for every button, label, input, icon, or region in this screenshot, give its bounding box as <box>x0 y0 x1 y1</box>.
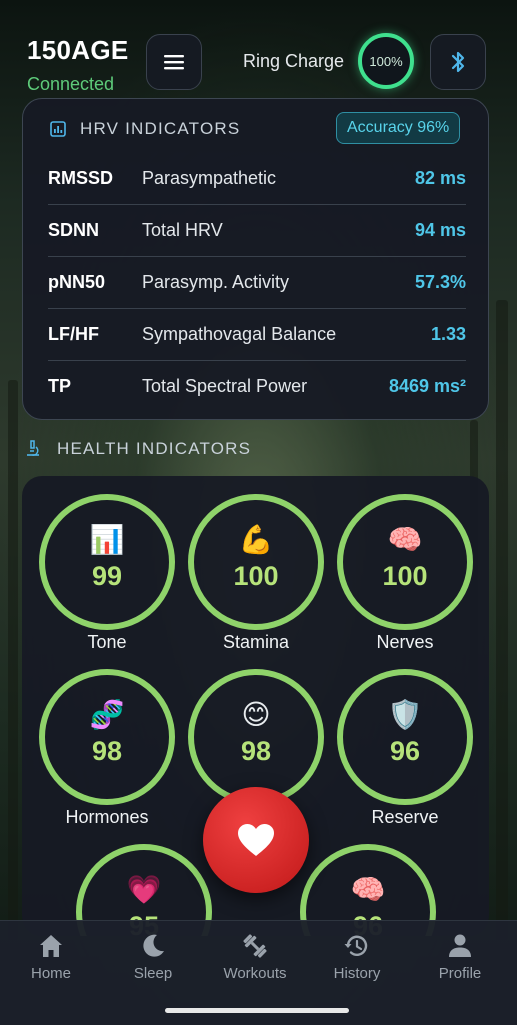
chart-icon <box>50 121 66 137</box>
bluetooth-icon <box>451 51 465 73</box>
dumbbell-icon <box>243 934 267 958</box>
moon-icon <box>143 934 164 957</box>
indicator-value: 100 <box>382 560 428 591</box>
bluetooth-button[interactable] <box>430 34 486 90</box>
indicator-value: 100 <box>233 560 279 591</box>
home-icon <box>40 935 62 957</box>
hrv-row: pNN50 Parasymp. Activity 57.3% <box>48 256 466 309</box>
hrv-name: Total Spectral Power <box>142 375 308 396</box>
dna-emoji-icon: 🧬 <box>89 698 125 730</box>
indicator-label: Reserve <box>371 807 439 827</box>
indicator-label: Stamina <box>222 632 290 652</box>
nav-label: History <box>333 965 381 982</box>
hrv-value: 8469 ms² <box>388 375 466 396</box>
menu-button[interactable] <box>146 34 202 90</box>
ring-charge-indicator: 100% <box>358 33 414 89</box>
hrv-name: Parasympathetic <box>142 167 277 188</box>
hrv-section-title: HRV INDICATORS <box>80 119 241 138</box>
connection-status: Connected <box>27 74 115 94</box>
indicator-gauge[interactable]: 🛡️ 96 <box>337 669 473 805</box>
brain-emoji-icon: 🧠 <box>387 523 423 555</box>
hrv-value: 57.3% <box>414 271 466 292</box>
nav-sleep[interactable]: Sleep <box>103 931 203 982</box>
accuracy-badge: Accuracy 96% <box>336 112 461 144</box>
smile-emoji-icon: 😊 <box>241 698 271 730</box>
muscle-emoji-icon: 💪 <box>238 523 274 555</box>
hrv-value: 94 ms <box>414 219 466 240</box>
nav-home[interactable]: Home <box>1 931 101 982</box>
indicator-value: 98 <box>240 735 272 766</box>
indicator-gauge[interactable]: 😊 98 <box>188 669 324 805</box>
hrv-abbr: SDNN <box>48 219 100 240</box>
ring-charge-value: 100% <box>369 53 403 69</box>
hrv-row: SDNN Total HRV 94 ms <box>48 204 466 257</box>
heart-icon <box>238 824 274 856</box>
hrv-name: Total HRV <box>142 219 223 240</box>
indicator-gauge[interactable]: 📊 99 <box>39 494 175 630</box>
hrv-abbr: pNN50 <box>48 271 106 292</box>
hrv-abbr: RMSSD <box>48 167 114 188</box>
nav-label: Sleep <box>133 965 173 982</box>
microscope-icon <box>27 440 39 456</box>
hamburger-menu-icon <box>164 55 184 70</box>
hrv-value: 82 ms <box>414 167 466 188</box>
history-icon <box>344 935 368 956</box>
hrv-row: RMSSD Parasympathetic 82 ms <box>48 152 466 205</box>
nav-label: Profile <box>438 965 482 982</box>
hrv-indicators-card: HRV INDICATORS Accuracy 96% RMSSD Parasy… <box>22 98 489 420</box>
hrv-abbr: TP <box>48 375 72 396</box>
indicator-value: 98 <box>91 735 123 766</box>
home-indicator[interactable] <box>165 1008 349 1013</box>
ring-charge-label: Ring Charge <box>243 51 345 71</box>
hrv-value: 1.33 <box>430 323 466 344</box>
indicator-gauge[interactable]: 💪 100 <box>188 494 324 630</box>
nav-profile[interactable]: Profile <box>410 931 510 982</box>
indicator-label: Tone <box>87 632 127 652</box>
app-title: 150AGE <box>27 35 129 65</box>
chart-emoji-icon: 📊 <box>89 523 125 555</box>
shield-emoji-icon: 🛡️ <box>387 698 423 730</box>
heart-action-button[interactable] <box>203 787 309 893</box>
hrv-row: TP Total Spectral Power 8469 ms² <box>48 360 466 412</box>
hrv-name: Sympathovagal Balance <box>142 323 337 344</box>
indicator-label: Hormones <box>65 807 149 827</box>
nav-history[interactable]: History <box>307 931 407 982</box>
indicator-value: 96 <box>389 735 421 766</box>
nav-label: Workouts <box>223 965 287 982</box>
health-section-title: HEALTH INDICATORS <box>57 439 252 458</box>
indicator-value: 99 <box>91 560 123 591</box>
nav-workouts[interactable]: Workouts <box>205 931 305 982</box>
heart-emoji-icon: 💗 <box>126 873 162 905</box>
nav-label: Home <box>30 965 71 982</box>
app-header: 150AGE Connected Ring Charge 100% <box>0 0 517 100</box>
hrv-row: LF/HF Sympathovagal Balance 1.33 <box>48 308 466 361</box>
indicator-label: Nerves <box>376 632 434 652</box>
brain-emoji-icon: 🧠 <box>350 873 386 905</box>
hrv-name: Parasymp. Activity <box>142 271 290 292</box>
hrv-abbr: LF/HF <box>48 323 99 344</box>
person-icon <box>449 934 471 957</box>
indicator-gauge[interactable]: 🧠 100 <box>337 494 473 630</box>
indicator-gauge[interactable]: 🧬 98 <box>39 669 175 805</box>
